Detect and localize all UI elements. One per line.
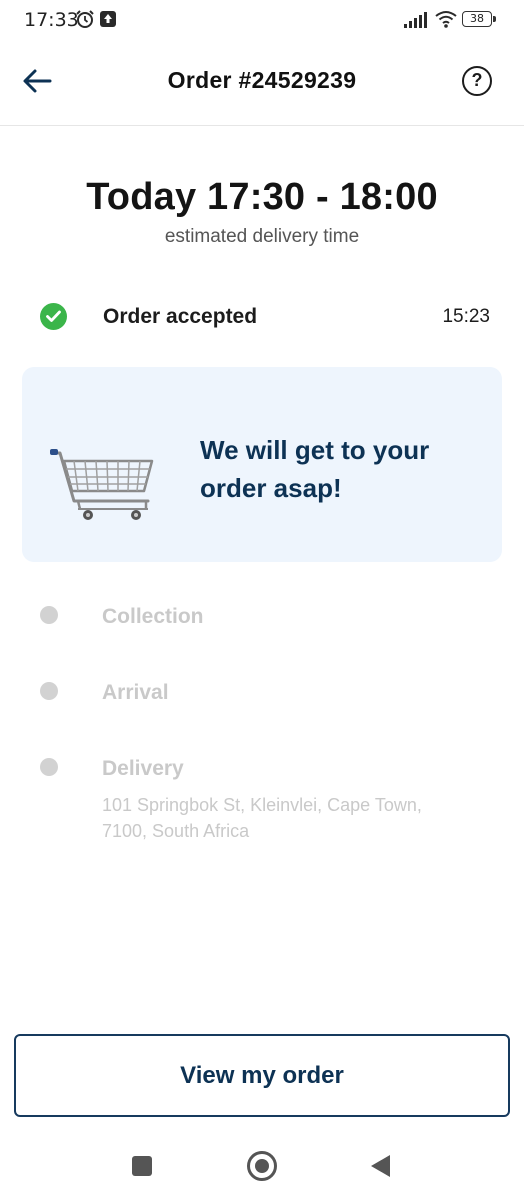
wifi-icon xyxy=(434,10,458,33)
alarm-icon xyxy=(75,9,95,34)
info-message: We will get to your order asap! xyxy=(200,435,430,503)
battery-icon: 38 xyxy=(462,11,496,27)
system-nav-bar xyxy=(0,1135,524,1200)
pending-dot-icon xyxy=(40,758,58,776)
page-title: Order #24529239 xyxy=(167,67,357,93)
pending-dot-icon xyxy=(40,682,58,700)
status-time: 17:33 xyxy=(24,9,79,31)
signal-icon xyxy=(404,12,428,33)
estimated-delivery-label: estimated delivery time xyxy=(164,226,360,247)
app-header: Order #24529239 ? xyxy=(0,40,524,126)
shopping-cart-icon xyxy=(50,449,154,520)
help-button[interactable]: ? xyxy=(462,66,492,96)
step-label: Delivery xyxy=(102,757,184,780)
delivery-address: 101 Springbok St, Kleinvlei, Cape Town, … xyxy=(102,795,422,841)
recents-square-icon[interactable] xyxy=(132,1156,152,1176)
step-label: Arrival xyxy=(102,681,169,704)
status-bar: 17:33 38 xyxy=(0,0,524,40)
step-label: Collection xyxy=(102,605,204,628)
pending-dot-icon xyxy=(40,606,58,624)
back-triangle-icon[interactable] xyxy=(370,1154,392,1178)
upload-icon xyxy=(100,11,116,27)
view-my-order-button[interactable]: View my order xyxy=(14,1034,510,1117)
check-circle-icon xyxy=(40,303,67,330)
step-label: Order accepted xyxy=(103,305,258,328)
estimated-delivery-time: Today 17:30 - 18:00 xyxy=(86,176,438,218)
info-card: We will get to your order asap! xyxy=(22,367,502,562)
step-time: 15:23 xyxy=(442,306,490,327)
question-circle-icon: ? xyxy=(471,70,483,90)
home-circle-icon[interactable] xyxy=(247,1151,277,1181)
